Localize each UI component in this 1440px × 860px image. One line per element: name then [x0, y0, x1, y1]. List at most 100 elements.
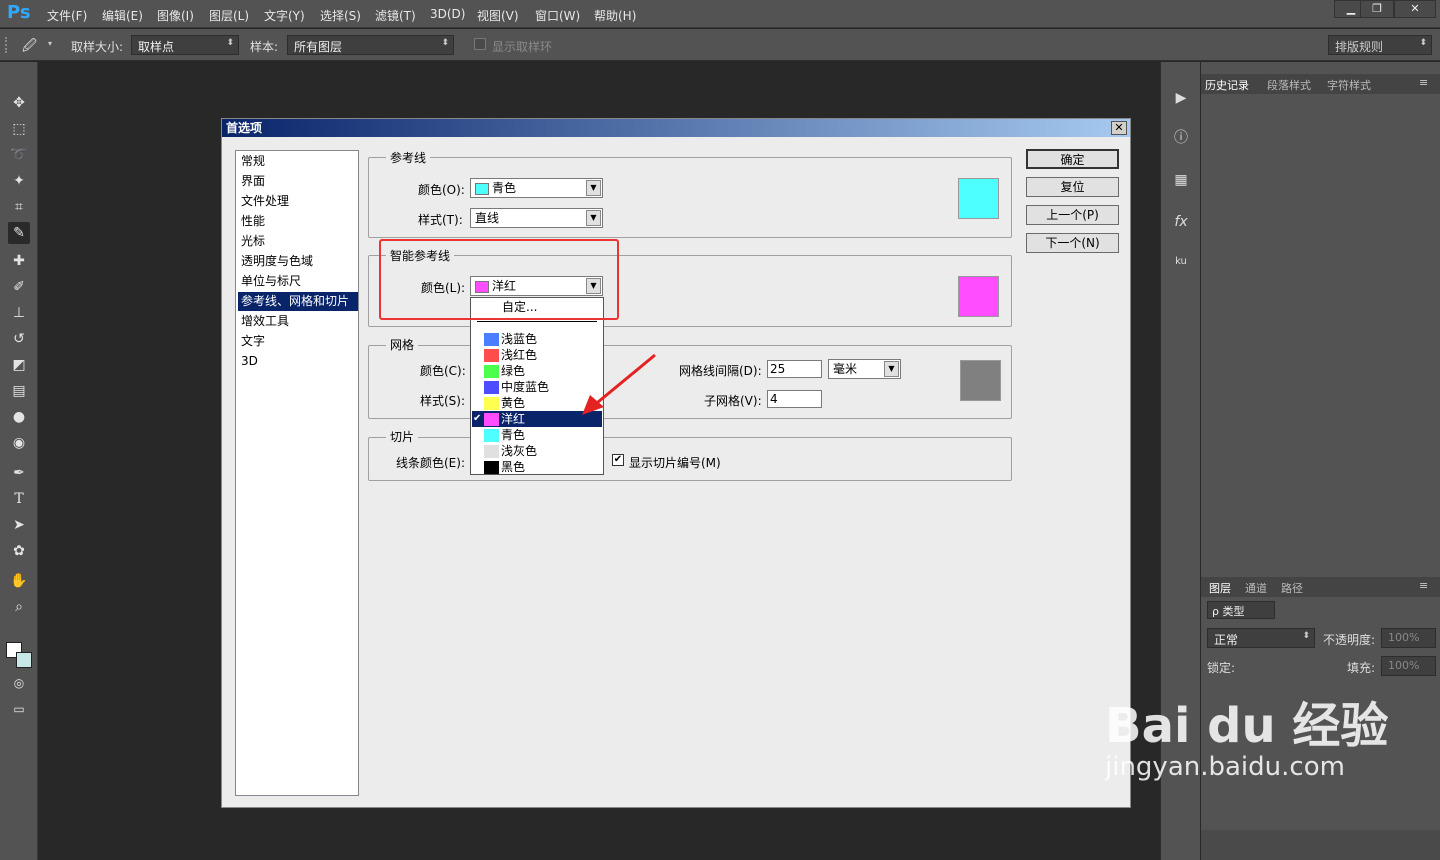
dialog-close-button[interactable]: ✕ — [1111, 121, 1127, 135]
healing-icon[interactable]: ✚ — [8, 250, 30, 272]
shape-icon[interactable]: ✿ — [8, 540, 30, 562]
tab-character-styles[interactable]: 字符样式 — [1327, 77, 1371, 93]
history-tabs-bar: 历史记录 段落样式 字符样式 ≡ — [1201, 74, 1440, 94]
dropdown-option-black[interactable]: 黑色 — [472, 459, 602, 475]
lasso-icon[interactable]: ➰ — [8, 144, 30, 166]
sample-value: 所有图层 — [294, 40, 343, 54]
yellow-swatch — [484, 397, 499, 410]
dodge-icon[interactable]: ◉ — [8, 432, 30, 454]
category-3d[interactable]: 3D — [238, 352, 358, 371]
category-transparency[interactable]: 透明度与色域 — [238, 252, 358, 271]
path-select-icon[interactable]: ➤ — [8, 514, 30, 536]
next-button[interactable]: 下一个(N) — [1026, 233, 1119, 253]
menu-edit[interactable]: 编辑(E) — [102, 7, 143, 24]
category-performance[interactable]: 性能 — [238, 212, 358, 231]
blend-mode-value: 正常 — [1214, 633, 1239, 647]
annotation-arrow-icon — [582, 353, 656, 415]
category-file-handling[interactable]: 文件处理 — [238, 192, 358, 211]
sample-size-select[interactable]: 取样点 ⬍ — [131, 35, 239, 55]
info-icon[interactable]: ⓘ — [1169, 126, 1193, 150]
show-ring-checkbox[interactable] — [474, 38, 486, 50]
menu-type[interactable]: 文字(Y) — [264, 7, 305, 24]
category-plugins[interactable]: 增效工具 — [238, 312, 358, 331]
panel-menu-icon[interactable]: ≡ — [1419, 579, 1428, 592]
dropdown-arrow-icon: ▼ — [586, 180, 601, 196]
tab-layers[interactable]: 图层 — [1209, 580, 1231, 596]
history-brush-icon[interactable]: ↺ — [8, 328, 30, 350]
tab-paths[interactable]: 路径 — [1281, 580, 1303, 596]
menu-image[interactable]: 图像(I) — [157, 7, 194, 24]
blend-mode-select[interactable]: 正常 ⬍ — [1207, 628, 1315, 648]
workspace-select[interactable]: 排版规则 ⬍ — [1328, 35, 1432, 55]
highlight-box — [379, 239, 619, 320]
guides-color-value: 青色 — [492, 181, 517, 195]
dropdown-option-light-gray[interactable]: 浅灰色 — [472, 443, 602, 459]
restore-button[interactable]: ❐ — [1360, 0, 1394, 18]
grip-handle[interactable] — [5, 37, 11, 53]
menu-layer[interactable]: 图层(L) — [209, 7, 249, 24]
kuler-icon[interactable]: ku — [1169, 250, 1193, 274]
crop-icon[interactable]: ⌗ — [8, 196, 30, 218]
menu-file[interactable]: 文件(F) — [47, 7, 87, 24]
fx-icon[interactable]: fx — [1169, 210, 1193, 234]
menu-select[interactable]: 选择(S) — [320, 7, 361, 24]
grid-unit-select[interactable]: 毫米 ▼ — [828, 359, 901, 379]
prev-button[interactable]: 上一个(P) — [1026, 205, 1119, 225]
layer-kind-filter[interactable]: ρ 类型 — [1207, 601, 1275, 619]
blur-icon[interactable]: ● — [8, 406, 30, 428]
marquee-icon[interactable]: ⬚ — [8, 118, 30, 140]
stamp-icon[interactable]: ⊥ — [8, 302, 30, 324]
menu-3d[interactable]: 3D(D) — [430, 7, 465, 21]
gradient-icon[interactable]: ▤ — [8, 380, 30, 402]
eraser-icon[interactable]: ◩ — [8, 354, 30, 376]
window-close-button[interactable]: ✕ — [1394, 0, 1436, 18]
grid-icon[interactable]: ▦ — [1169, 168, 1193, 192]
menu-view[interactable]: 视图(V) — [477, 7, 519, 24]
screen-mode-icon[interactable]: ▭ — [8, 698, 30, 720]
show-slice-numbers-checkbox[interactable]: ✔ — [612, 454, 624, 466]
menu-window[interactable]: 窗口(W) — [535, 7, 580, 24]
grid-subdivisions-input[interactable]: 4 — [767, 390, 822, 408]
ok-button[interactable]: 确定 — [1026, 149, 1119, 169]
category-units[interactable]: 单位与标尺 — [238, 272, 358, 291]
quick-mask-icon[interactable]: ◎ — [8, 672, 30, 694]
background-color-swatch[interactable] — [16, 652, 32, 668]
guides-style-select[interactable]: 直线 ▼ — [470, 208, 603, 228]
magic-wand-icon[interactable]: ✦ — [8, 170, 30, 192]
guides-color-label: 颜色(O): — [418, 183, 465, 197]
pen-icon[interactable]: ✒ — [8, 462, 30, 484]
tab-history[interactable]: 历史记录 — [1205, 77, 1249, 93]
menu-help[interactable]: 帮助(H) — [594, 7, 636, 24]
menu-filter[interactable]: 滤镜(T) — [375, 7, 416, 24]
grid-color-preview[interactable] — [960, 360, 1001, 401]
grid-style-label: 样式(S): — [420, 394, 466, 408]
tab-channels[interactable]: 通道 — [1245, 580, 1267, 596]
smart-guides-color-preview[interactable] — [958, 276, 999, 317]
dropdown-option-cyan[interactable]: 青色 — [472, 427, 602, 443]
option-label: 黑色 — [501, 460, 526, 474]
tool-preset-chevron-icon[interactable]: ▾ — [48, 39, 52, 48]
reset-button[interactable]: 复位 — [1026, 177, 1119, 197]
move-icon[interactable]: ✥ — [8, 92, 30, 114]
category-general[interactable]: 常规 — [238, 152, 358, 171]
type-icon[interactable]: T — [8, 488, 30, 510]
zoom-icon[interactable]: ⌕ — [8, 596, 30, 618]
eyedropper-icon[interactable]: ✎ — [8, 222, 30, 244]
fill-input[interactable]: 100% — [1381, 656, 1436, 676]
hand-icon[interactable]: ✋ — [8, 570, 30, 592]
tab-paragraph-styles[interactable]: 段落样式 — [1267, 77, 1311, 93]
category-guides-grid-slices[interactable]: 参考线、网格和切片 — [238, 292, 358, 311]
category-interface[interactable]: 界面 — [238, 172, 358, 191]
brush-icon[interactable]: ✐ — [8, 276, 30, 298]
category-type[interactable]: 文字 — [238, 332, 358, 351]
play-icon[interactable]: ▶ — [1169, 86, 1193, 110]
guides-color-preview[interactable] — [958, 178, 999, 219]
cyan-swatch — [484, 429, 499, 442]
opacity-input[interactable]: 100% — [1381, 628, 1436, 648]
eyedropper-icon[interactable]: 🖉 — [22, 35, 40, 54]
sample-select[interactable]: 所有图层 ⬍ — [287, 35, 454, 55]
guides-color-select[interactable]: 青色 ▼ — [470, 178, 603, 198]
grid-spacing-input[interactable]: 25 — [767, 360, 822, 378]
category-cursors[interactable]: 光标 — [238, 232, 358, 251]
panel-menu-icon[interactable]: ≡ — [1419, 76, 1428, 89]
